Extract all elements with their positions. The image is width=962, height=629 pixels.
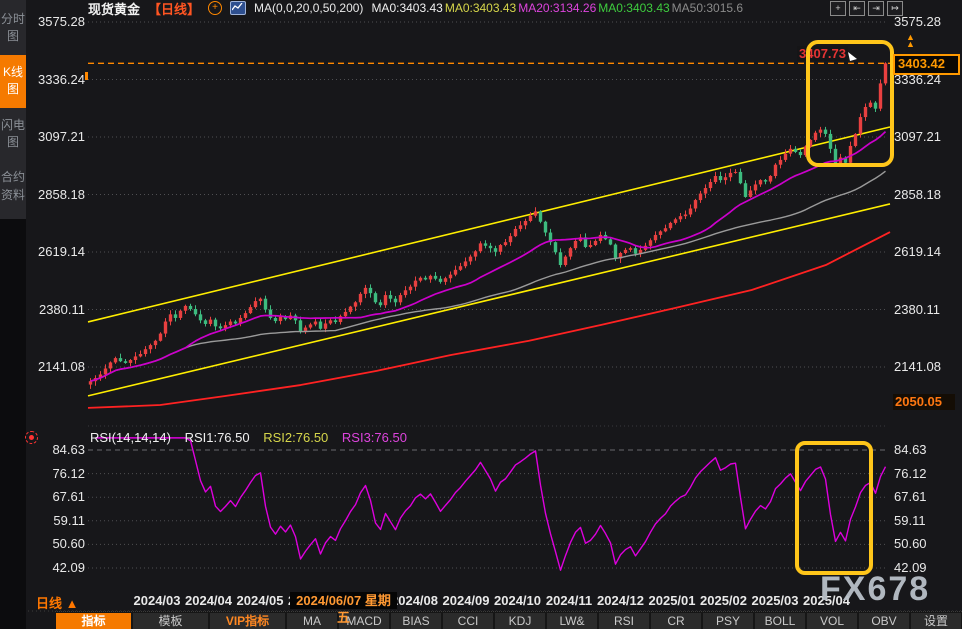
symbol-title: 现货黄金 [88,0,140,18]
axis-label: 2141.08 [894,359,958,374]
ma-value-0: MA0:3403.43 [371,1,442,15]
x-axis-month-12: 2025/03 [747,593,803,608]
tab-LW&[interactable]: LW& [547,613,597,629]
grid-layer [0,22,962,611]
tab-BIAS[interactable]: BIAS [391,613,441,629]
tab-模板[interactable]: 模板 [133,613,208,629]
price-line-edge-tick [85,72,88,80]
compress-left-icon[interactable]: ⇤ [849,1,865,16]
axis-label: 59.11 [894,513,958,528]
ma-value-1: MA0:3403.43 [445,1,516,15]
chart-canvas[interactable] [0,0,962,629]
ma-values: MA0:3403.43MA0:3403.43MA20:3134.26MA0:34… [371,0,745,17]
axis-label: 59.11 [30,513,85,528]
sidebar-items: 分时图K线图闪电图合约资料 [0,0,26,219]
axis-label: 3097.21 [30,129,85,144]
tab-指标[interactable]: 指标 [56,613,131,629]
add-indicator-icon[interactable]: + [208,1,222,15]
tab-OBV[interactable]: OBV [859,613,909,629]
tab-KDJ[interactable]: KDJ [495,613,545,629]
marker-layer [848,52,857,61]
tab-CCI[interactable]: CCI [443,613,493,629]
tab-VOL[interactable]: VOL [807,613,857,629]
axis-label: 2619.14 [894,244,958,259]
x-axis-month-1: 2024/04 [181,593,237,608]
candles-layer [89,62,887,389]
sidebar-item-1[interactable]: K线图 [0,55,26,108]
axis-label: 76.12 [894,466,958,481]
dropdown-arrow-icon: ▲ [66,596,79,611]
price-up-arrow-icon: ▲▲ [906,34,915,48]
sidebar-item-2[interactable]: 闪电图 [0,108,26,161]
rsi1-value: RSI1:76.50 [185,430,250,445]
x-axis-month-6: 2024/09 [438,593,494,608]
period-tag: 【日线】 [148,0,200,18]
axis-label: 84.63 [30,442,85,457]
chart-low-tag: 2050.05 [893,394,955,410]
x-axis-month-10: 2025/01 [644,593,700,608]
axis-label: 50.60 [30,536,85,551]
tab-设置[interactable]: 设置 [911,613,961,629]
rsi-layer [96,438,886,570]
channel-layer [88,127,890,396]
tab-VIP指标[interactable]: VIP指标 [210,613,285,629]
compress-right-icon[interactable]: ⇥ [868,1,884,16]
period-selector[interactable]: 日线 ▲ [36,593,79,612]
rsi2-value: RSI2:76.50 [263,430,328,445]
watermark: FX678 [820,570,930,609]
x-axis-month-0: 2024/03 [129,593,185,608]
ma-layer [91,132,886,382]
axis-label: 2380.11 [30,302,85,317]
axis-label: 2141.08 [30,359,85,374]
tab-CR[interactable]: CR [651,613,701,629]
left-sidebar: 分时图K线图闪电图合约资料 [0,0,26,629]
x-axis-month-7: 2024/10 [490,593,546,608]
axis-label: 3575.28 [894,14,958,29]
date-tooltip: 2024/06/07 星期五 [290,592,397,609]
axis-label: 3575.28 [30,14,85,29]
chart-header: 现货黄金 【日线】 + MA(0,0,20,0,50,200) MA0:3403… [88,0,745,16]
axis-label: 3097.21 [894,129,958,144]
indicator-chart-icon[interactable] [230,1,246,15]
axis-label: 76.12 [30,466,85,481]
axis-label: 84.63 [894,442,958,457]
tab-BOLL[interactable]: BOLL [755,613,805,629]
ma-value-2: MA20:3134.26 [518,1,596,15]
axis-label: 2858.18 [894,187,958,202]
axis-label: 3336.24 [30,72,85,87]
axis-label: 2619.14 [30,244,85,259]
axis-label: 50.60 [894,536,958,551]
x-axis-month-8: 2024/11 [541,593,597,608]
axis-label: 67.61 [894,489,958,504]
crosshair-icon[interactable]: + [830,1,846,16]
indicator-tab-bar: 指标模板VIP指标MAMACDBIASCCIKDJLW&RSICRPSYBOLL… [55,611,962,629]
indicator-dot-icon[interactable] [25,431,38,444]
axis-label: 2380.11 [894,302,958,317]
ma-settings-label: MA(0,0,20,0,50,200) [254,1,363,15]
sidebar-item-0[interactable]: 分时图 [0,2,26,55]
rsi-title: RSI(14,14,14) [90,430,171,445]
ma-value-3: MA0:3403.43 [598,1,669,15]
ma-value-4: MA50:3015.6 [672,1,743,15]
tab-MA[interactable]: MA [287,613,337,629]
last-price-tag: 3403.42 [893,54,960,75]
axis-label: 2858.18 [30,187,85,202]
tab-RSI[interactable]: RSI [599,613,649,629]
x-axis-month-2: 2024/05 [232,593,288,608]
session-high-annotation: 3407.73 [797,46,848,61]
tab-PSY[interactable]: PSY [703,613,753,629]
x-axis-month-9: 2024/12 [593,593,649,608]
rsi-header: RSI(14,14,14) RSI1:76.50 RSI2:76.50 RSI3… [90,430,417,445]
sidebar-item-3[interactable]: 合约资料 [0,160,26,213]
chart-app-window: 分时图K线图闪电图合约资料 现货黄金 【日线】 + MA(0,0,20,0,50… [0,0,962,629]
ma200-layer [88,232,890,408]
header-toolbar: +⇤⇥↦ [830,1,903,16]
axis-label: 42.09 [30,560,85,575]
axis-label: 67.61 [30,489,85,504]
rsi3-value: RSI3:76.50 [342,430,407,445]
x-axis-month-11: 2025/02 [696,593,752,608]
